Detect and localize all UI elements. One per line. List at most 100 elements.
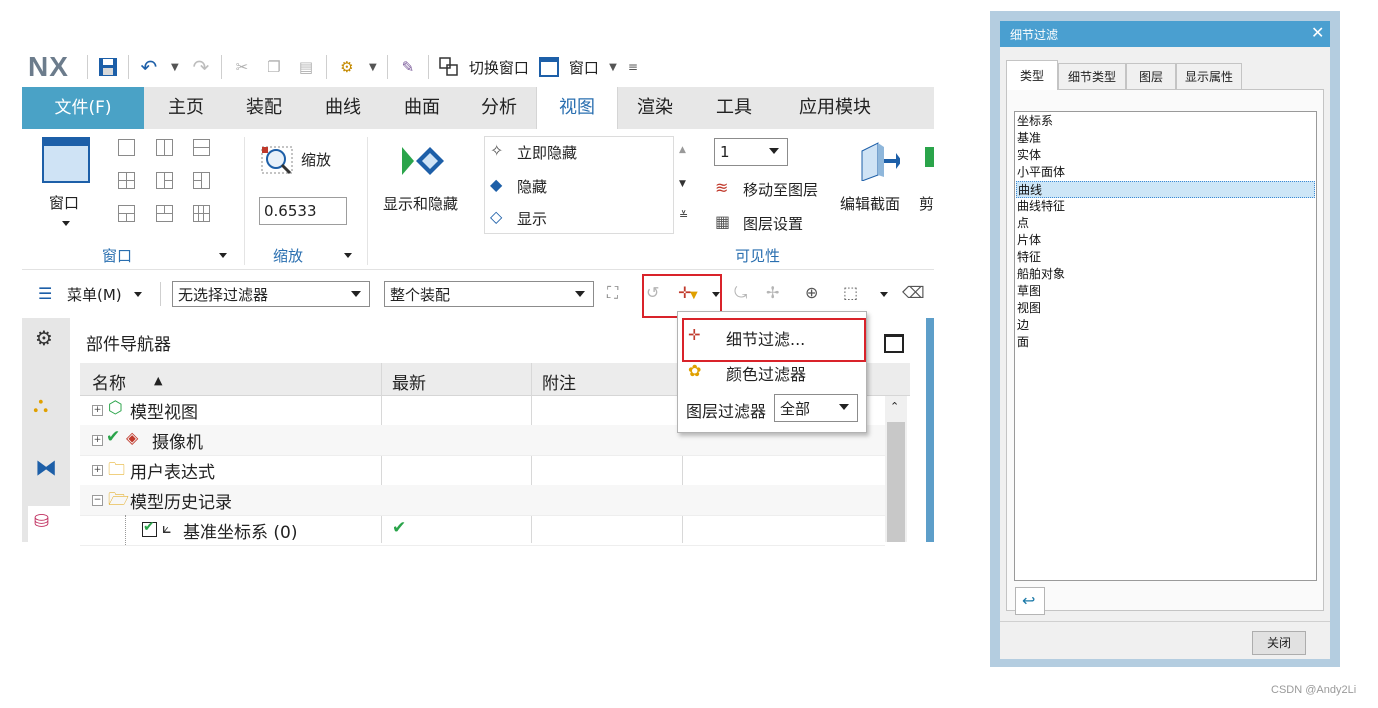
- switch-window-icon[interactable]: [438, 56, 460, 78]
- list-item[interactable]: 船舶对象: [1016, 266, 1315, 283]
- hide-icon[interactable]: ◆: [490, 175, 502, 194]
- tab-tools[interactable]: 工具: [700, 87, 768, 129]
- layout-single-icon[interactable]: [118, 139, 135, 156]
- snap-point-icon[interactable]: ⤿: [734, 283, 747, 303]
- close-button[interactable]: 关闭: [1252, 631, 1306, 655]
- switch-window-label[interactable]: 切换窗口: [469, 57, 529, 78]
- tab-view[interactable]: 视图: [536, 87, 618, 130]
- gallery-scroll-up-icon[interactable]: ▲: [679, 145, 686, 155]
- list-item[interactable]: 实体: [1016, 147, 1315, 164]
- move-to-layer-icon[interactable]: ≋: [715, 178, 728, 197]
- chevron-down-icon[interactable]: [219, 253, 227, 258]
- zoom-value-field[interactable]: 0.6533: [259, 197, 347, 225]
- clip-label[interactable]: 剪: [919, 193, 934, 214]
- tab-analysis[interactable]: 分析: [465, 87, 533, 129]
- paste-icon[interactable]: ▤: [295, 56, 317, 78]
- layer-select[interactable]: 1: [714, 138, 788, 166]
- list-item[interactable]: 视图: [1016, 300, 1315, 317]
- show-icon[interactable]: ◇: [490, 207, 502, 226]
- edit-section-label[interactable]: 编辑截面: [840, 193, 900, 214]
- menu-button-label[interactable]: 菜单(M): [67, 284, 122, 305]
- tab-file[interactable]: 文件(F): [22, 87, 144, 129]
- gallery-more-icon[interactable]: ≚: [679, 209, 688, 222]
- column-latest[interactable]: 最新: [392, 369, 426, 394]
- tab-curve[interactable]: 曲线: [309, 87, 377, 129]
- clip-icon[interactable]: [925, 147, 934, 167]
- tab-render[interactable]: 渲染: [621, 87, 689, 129]
- layer-settings-icon[interactable]: ▦: [715, 212, 730, 231]
- list-item[interactable]: 点: [1016, 215, 1315, 232]
- window-icon[interactable]: [538, 56, 560, 78]
- layer-settings-label[interactable]: 图层设置: [743, 213, 803, 234]
- constraint-navigator-icon[interactable]: ⧓: [35, 456, 57, 481]
- list-item[interactable]: 面: [1016, 334, 1315, 351]
- list-item[interactable]: 片体: [1016, 232, 1315, 249]
- chevron-down-icon[interactable]: [712, 292, 720, 297]
- chevron-down-icon[interactable]: ▼: [608, 56, 618, 78]
- edit-section-icon[interactable]: [858, 141, 902, 185]
- tab-type[interactable]: 类型: [1006, 60, 1058, 90]
- layout-right-split-icon[interactable]: [193, 172, 210, 189]
- table-row[interactable]: − 🗁 模型历史记录: [80, 485, 885, 516]
- list-item[interactable]: 基准: [1016, 130, 1315, 147]
- list-item[interactable]: 边: [1016, 317, 1315, 334]
- move-to-layer-label[interactable]: 移动至图层: [743, 179, 818, 200]
- type-filter-select[interactable]: 无选择过滤器: [172, 281, 370, 307]
- layout-top-split-icon[interactable]: [156, 205, 173, 222]
- window-label[interactable]: 窗口: [569, 57, 599, 78]
- menu-item-color-filter[interactable]: 颜色过滤器: [726, 361, 806, 385]
- command-finder-icon[interactable]: ⚙: [336, 56, 358, 78]
- table-row[interactable]: + 🗀 用户表达式: [80, 455, 885, 486]
- scope-select[interactable]: 整个装配: [384, 281, 594, 307]
- window-button-label[interactable]: 窗口: [49, 192, 79, 213]
- close-icon[interactable]: ✕: [1311, 23, 1324, 42]
- layout-vertical-split-icon[interactable]: [156, 139, 173, 156]
- hide-now-label[interactable]: 立即隐藏: [517, 142, 577, 163]
- customize-icon[interactable]: ≡: [628, 56, 638, 78]
- table-row[interactable]: ✔ ⟀ 基准坐标系 (0) ✔: [80, 515, 885, 546]
- chevron-down-icon[interactable]: ▼: [170, 56, 180, 78]
- redo-icon[interactable]: ↷: [190, 55, 212, 79]
- hide-now-icon[interactable]: ✧: [490, 141, 503, 160]
- menu-icon[interactable]: ☰: [38, 284, 52, 303]
- scroll-up-icon[interactable]: ⌃: [890, 400, 899, 413]
- assembly-filter-icon[interactable]: ⛶: [607, 283, 618, 303]
- eraser-icon[interactable]: ✎: [397, 56, 419, 78]
- save-icon[interactable]: [97, 56, 119, 78]
- expand-icon[interactable]: +: [92, 435, 103, 446]
- part-navigator-tab[interactable]: ⛁: [28, 506, 70, 542]
- chevron-down-icon[interactable]: [62, 221, 70, 226]
- list-item[interactable]: 坐标系: [1016, 113, 1315, 130]
- chevron-down-icon[interactable]: [344, 253, 352, 258]
- chevron-down-icon[interactable]: ▼: [368, 56, 378, 78]
- sort-ascending-icon[interactable]: ▲: [154, 374, 162, 387]
- hide-label[interactable]: 隐藏: [517, 176, 547, 197]
- assembly-navigator-icon[interactable]: ⛬: [33, 393, 48, 418]
- column-notes[interactable]: 附注: [542, 369, 576, 394]
- copy-icon[interactable]: ❐: [263, 56, 285, 78]
- layout-horizontal-split-icon[interactable]: [193, 139, 210, 156]
- tab-surface[interactable]: 曲面: [388, 87, 456, 129]
- tab-layer[interactable]: 图层: [1126, 63, 1176, 89]
- type-list[interactable]: 坐标系 基准 实体 小平面体 曲线 曲线特征 点 片体 特征 船舶对象 草图 视…: [1014, 111, 1317, 581]
- layout-quad-icon[interactable]: [118, 172, 135, 189]
- chevron-down-icon[interactable]: [880, 292, 888, 297]
- collapse-icon[interactable]: −: [92, 495, 103, 506]
- select-intersect-icon[interactable]: ⊕: [805, 283, 818, 302]
- show-hide-icon[interactable]: [398, 143, 446, 183]
- expand-icon[interactable]: +: [92, 405, 103, 416]
- list-item[interactable]: 特征: [1016, 249, 1315, 266]
- undo-icon[interactable]: ↶: [138, 55, 160, 79]
- scrollbar-thumb[interactable]: [887, 422, 905, 542]
- show-hide-label[interactable]: 显示和隐藏: [383, 193, 458, 214]
- gear-icon[interactable]: ⚙: [35, 326, 53, 350]
- maximize-icon[interactable]: [884, 334, 904, 353]
- layout-grid-icon[interactable]: [193, 205, 210, 222]
- scrollbar[interactable]: ⌃: [885, 396, 907, 542]
- reset-button[interactable]: ↩: [1015, 587, 1045, 615]
- point-on-curve-icon[interactable]: ✢: [766, 283, 779, 302]
- rectangle-select-icon[interactable]: ⬚: [843, 283, 858, 302]
- show-label[interactable]: 显示: [517, 208, 547, 229]
- cut-icon[interactable]: ✂: [231, 56, 253, 78]
- gallery-scroll-down-icon[interactable]: ▼: [679, 179, 686, 189]
